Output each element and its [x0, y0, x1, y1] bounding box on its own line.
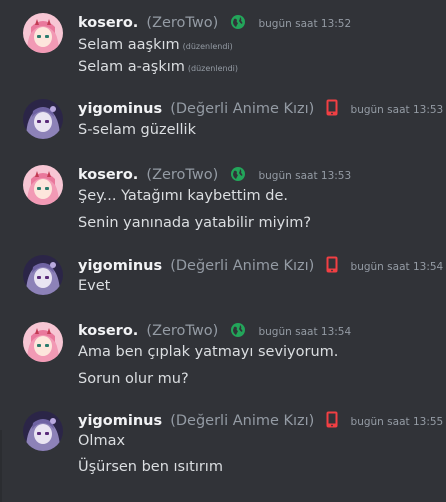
- edited-label: (düzenlendi): [182, 42, 233, 51]
- pronoun: (Değerli Anime Kızı): [170, 413, 315, 429]
- mobile-phone-icon: [326, 256, 338, 278]
- message-header: yigominus (Değerli Anime Kızı) bugün saa…: [78, 255, 443, 275]
- globe-icon: [230, 166, 246, 187]
- scroll-edge: [0, 430, 2, 502]
- mobile-phone-icon: [326, 99, 338, 121]
- message-header: kosero. (ZeroTwo) bugün saat 13:53: [78, 164, 351, 184]
- message-content: Ama ben çıplak yatmayı seviyorum.: [78, 344, 339, 360]
- username[interactable]: yigominus: [78, 413, 162, 429]
- message-content: S-selam güzellik: [78, 122, 196, 138]
- message-content: Sorun olur mu?: [78, 371, 189, 387]
- globe-icon: [230, 14, 246, 35]
- message-content: Olmax: [78, 433, 126, 449]
- timestamp: bugün saat 13:53: [258, 170, 352, 182]
- timestamp: bugün saat 13:52: [258, 18, 352, 30]
- timestamp: bugün saat 13:54: [258, 326, 352, 338]
- pronoun: (ZeroTwo): [146, 15, 219, 31]
- pronoun: (Değerli Anime Kızı): [170, 258, 315, 274]
- message-header: kosero. (ZeroTwo) bugün saat 13:52: [78, 12, 351, 32]
- timestamp: bugün saat 13:53: [350, 104, 444, 116]
- message-content: Şey... Yatağımı kaybettim de.: [78, 188, 288, 204]
- globe-icon: [230, 322, 246, 343]
- avatar[interactable]: [23, 13, 63, 53]
- username[interactable]: kosero.: [78, 15, 138, 31]
- message-content: Selam a-aşkım: [78, 59, 185, 75]
- avatar[interactable]: [23, 99, 63, 139]
- pronoun: (Değerli Anime Kızı): [170, 101, 315, 117]
- username[interactable]: kosero.: [78, 323, 138, 339]
- message-text: Olmax: [78, 431, 125, 451]
- timestamp: bugün saat 13:54: [350, 261, 444, 273]
- message-text: S-selam güzellik: [78, 120, 196, 140]
- pronoun: (ZeroTwo): [146, 323, 219, 339]
- avatar[interactable]: [23, 255, 63, 295]
- chat-messages: kosero. (ZeroTwo) bugün saat 13:52 Selam…: [0, 0, 446, 502]
- message-header: yigominus (Değerli Anime Kızı) bugün saa…: [78, 98, 443, 118]
- avatar[interactable]: [23, 165, 63, 205]
- pronoun: (ZeroTwo): [146, 167, 219, 183]
- message-text: Selam a-aşkım (düzenlendi): [78, 57, 238, 79]
- avatar[interactable]: [23, 322, 63, 362]
- message-text: Sorun olur mu?: [78, 369, 189, 389]
- message-header: yigominus (Değerli Anime Kızı) bugün saa…: [78, 410, 443, 430]
- timestamp: bugün saat 13:55: [350, 416, 444, 428]
- message-text: Senin yanınada yatabilir miyim?: [78, 213, 311, 233]
- username[interactable]: kosero.: [78, 167, 138, 183]
- message-text: Üşürsen ben ısıtırım: [78, 457, 223, 477]
- message-content: Selam aaşkım: [78, 37, 180, 53]
- avatar[interactable]: [23, 411, 63, 451]
- username[interactable]: yigominus: [78, 101, 162, 117]
- message-content: Senin yanınada yatabilir miyim?: [78, 215, 312, 231]
- edited-label: (düzenlendi): [187, 64, 238, 73]
- message-content: Evet: [78, 278, 111, 294]
- message-text: Ama ben çıplak yatmayı seviyorum.: [78, 342, 338, 362]
- message-text: Selam aaşkım (düzenlendi): [78, 35, 233, 57]
- message-text: Şey... Yatağımı kaybettim de.: [78, 186, 288, 206]
- message-content: Üşürsen ben ısıtırım: [78, 459, 223, 475]
- mobile-phone-icon: [326, 411, 338, 433]
- message-header: kosero. (ZeroTwo) bugün saat 13:54: [78, 320, 351, 340]
- username[interactable]: yigominus: [78, 258, 162, 274]
- message-text: Evet: [78, 276, 110, 296]
